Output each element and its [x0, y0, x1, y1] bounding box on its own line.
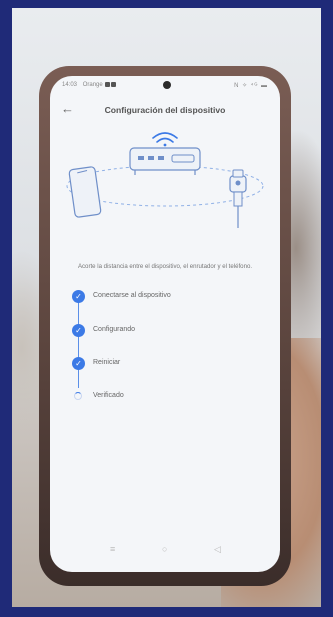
device-icon	[229, 169, 247, 228]
menu-icon[interactable]: ≡	[110, 544, 115, 554]
notification-icon	[111, 82, 117, 87]
home-icon[interactable]: ○	[162, 544, 167, 554]
connection-illustration	[66, 132, 264, 228]
step-item: ✓ Reiniciar	[72, 357, 262, 371]
status-icons: N ✧ ⁴ᴳ ▬	[234, 83, 268, 89]
router-icon	[129, 147, 201, 175]
step-label: Conectarse al dispositivo	[93, 292, 171, 299]
notification-icon	[105, 82, 111, 87]
status-time: 14:03	[62, 82, 78, 89]
phone-screen: 14:03 Orange N ✧ ⁴ᴳ ▬ ← Configuración de…	[50, 76, 280, 572]
step-label: Reiniciar	[93, 359, 121, 366]
step-item: Verificado	[72, 390, 262, 404]
step-item: ✓ Configurando	[72, 324, 262, 338]
progress-steps: ✓ Conectarse al dispositivo ✓ Configuran…	[72, 290, 262, 410]
distance-hint: Acorte la distancia entre el dispositivo…	[77, 263, 253, 270]
check-icon: ✓	[72, 324, 85, 337]
back-icon[interactable]: ◁	[214, 544, 221, 555]
smartphone-icon	[68, 166, 102, 218]
check-icon: ✓	[72, 357, 85, 370]
header: ← Configuración del dispositivo	[50, 98, 280, 120]
page-title: Configuración del dispositivo	[104, 105, 226, 115]
step-label: Configurando	[93, 326, 136, 333]
status-bar: 14:03 Orange N ✧ ⁴ᴳ ▬	[50, 76, 280, 94]
check-icon: ✓	[72, 290, 85, 303]
status-left: 14:03 Orange	[62, 82, 117, 89]
step-item: ✓ Conectarse al dispositivo	[72, 290, 262, 304]
progress-line	[78, 298, 79, 388]
step-label: Verificado	[93, 392, 124, 399]
loading-spinner-icon	[74, 392, 82, 400]
system-nav-bar: ≡ ○ ◁	[50, 544, 280, 560]
status-carrier: Orange	[82, 82, 103, 89]
wifi-icon	[152, 132, 178, 147]
